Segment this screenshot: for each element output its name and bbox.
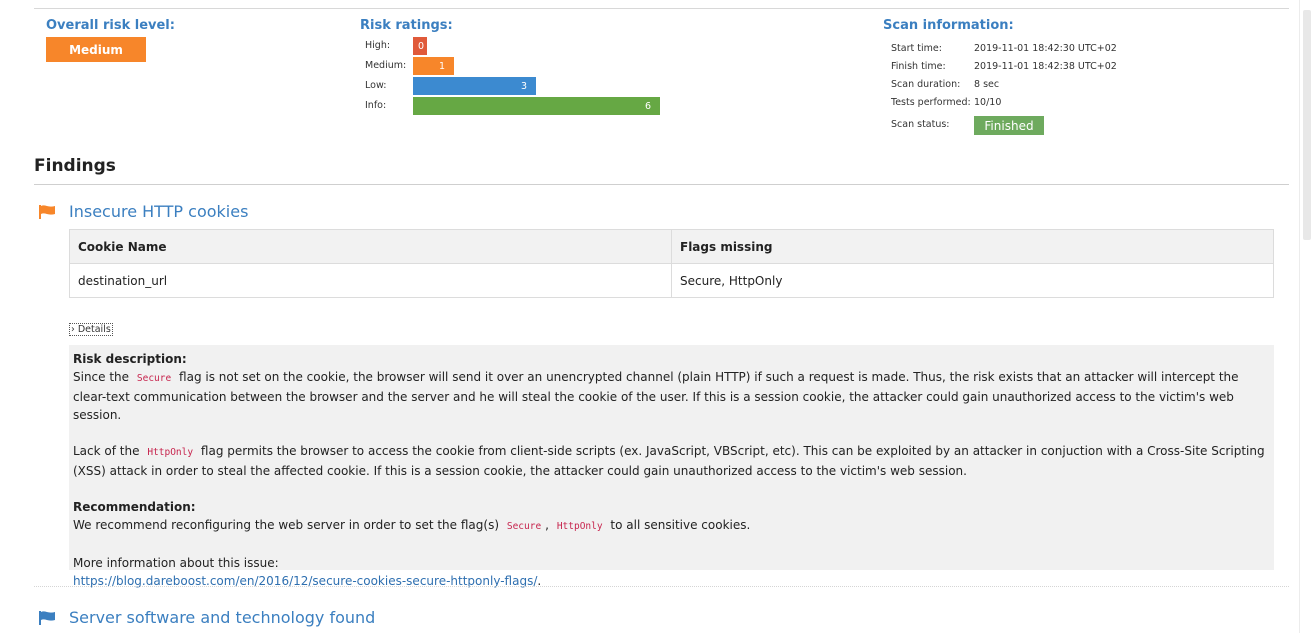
risk-paragraph-1: Since the Secure flag is not set on the …: [73, 368, 1270, 424]
details-toggle[interactable]: › Details: [69, 323, 113, 336]
httponly-flag-code: HttpOnly: [147, 447, 194, 458]
finding-title-server-software[interactable]: Server software and technology found: [69, 608, 375, 627]
recommendation-httponly-code: HttpOnly: [556, 521, 603, 532]
rating-row-medium: Medium: 1: [365, 57, 685, 75]
recommendation-separator: ,: [545, 518, 549, 532]
rating-count-high: 0: [417, 40, 424, 52]
rating-bar-low: 3: [413, 77, 536, 95]
finding-separator: [34, 586, 1289, 587]
risk-p2-start: Lack of the: [73, 444, 140, 458]
table-header-row: Cookie Name Flags missing: [69, 229, 1274, 264]
vertical-scrollbar[interactable]: [1299, 0, 1314, 633]
findings-title: Findings: [34, 156, 116, 176]
scan-tests-value: 10/10: [974, 97, 1002, 108]
recommendation-heading: Recommendation:: [73, 500, 196, 514]
rating-count-info: 6: [644, 100, 651, 112]
scrollbar-thumb[interactable]: [1303, 10, 1311, 240]
scan-finish-value: 2019-11-01 18:42:38 UTC+02: [974, 61, 1117, 72]
more-info-line: https://blog.dareboost.com/en/2016/12/se…: [73, 572, 1270, 590]
risk-paragraph-2: Lack of the HttpOnly flag permits the br…: [73, 442, 1270, 480]
scan-info-heading: Scan information:: [883, 18, 1014, 33]
rating-count-medium: 1: [438, 60, 445, 72]
cookies-table: Cookie Name Flags missing destination_ur…: [69, 229, 1274, 298]
flag-icon: [39, 205, 55, 219]
scan-start-key: Start time:: [891, 43, 942, 54]
column-header-cookie-name: Cookie Name: [69, 229, 672, 264]
finding-title-insecure-cookies[interactable]: Insecure HTTP cookies: [69, 202, 248, 221]
scan-finish-key: Finish time:: [891, 61, 946, 72]
scan-tests-key: Tests performed:: [891, 97, 971, 108]
scan-duration-value: 8 sec: [974, 79, 1000, 90]
recommendation-end: to all sensitive cookies.: [610, 518, 751, 532]
recommendation-text: We recommend reconfiguring the web serve…: [73, 516, 1270, 536]
rating-label-info: Info:: [365, 100, 387, 111]
top-divider: [34, 8, 1289, 9]
risk-p1-end: flag is not set on the cookie, the brows…: [73, 370, 1239, 422]
scan-status-key: Scan status:: [891, 119, 950, 130]
scan-status-badge: Finished: [974, 116, 1044, 135]
risk-description-box: Risk description: Since the Secure flag …: [69, 345, 1274, 588]
rating-bar-info: 6: [413, 97, 660, 115]
table-row: destination_url Secure, HttpOnly: [69, 263, 1274, 298]
risk-ratings-heading: Risk ratings:: [360, 18, 453, 33]
overall-risk-badge: Medium: [46, 37, 146, 62]
details-label: Details: [77, 324, 111, 335]
cookie-name-cell: destination_url: [69, 263, 672, 298]
overall-risk-heading: Overall risk level:: [46, 18, 175, 33]
findings-divider: [34, 184, 1289, 185]
rating-label-high: High:: [365, 40, 391, 51]
rating-bar-high: 0: [413, 37, 427, 55]
more-info-label: More information about this issue:: [73, 556, 279, 570]
flag-icon: [39, 611, 55, 625]
risk-p2-end: flag permits the browser to access the c…: [73, 444, 1265, 478]
rating-count-low: 3: [520, 80, 527, 92]
rating-row-info: Info: 6: [365, 97, 685, 115]
chevron-right-icon: ›: [71, 324, 75, 335]
column-header-flags-missing: Flags missing: [671, 229, 1274, 264]
rating-row-high: High: 0: [365, 37, 685, 55]
rating-label-medium: Medium:: [365, 60, 407, 71]
rating-label-low: Low:: [365, 80, 387, 91]
risk-p1-start: Since the: [73, 370, 130, 384]
flags-missing-cell: Secure, HttpOnly: [671, 263, 1274, 298]
recommendation-start: We recommend reconfiguring the web serve…: [73, 518, 500, 532]
recommendation-secure-code: Secure: [506, 521, 542, 532]
rating-bar-medium: 1: [413, 57, 454, 75]
scan-duration-key: Scan duration:: [891, 79, 961, 90]
secure-flag-code: Secure: [136, 373, 172, 384]
scan-start-value: 2019-11-01 18:42:30 UTC+02: [974, 43, 1117, 54]
risk-description-heading: Risk description:: [73, 352, 187, 366]
rating-row-low: Low: 3: [365, 77, 685, 95]
